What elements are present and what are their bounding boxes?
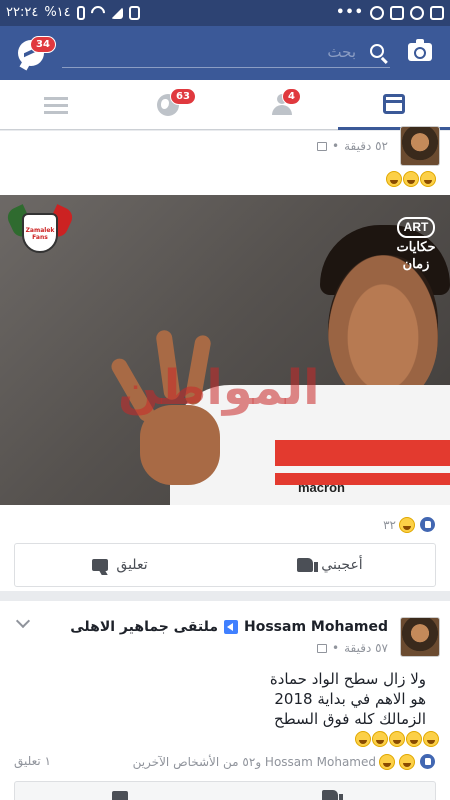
post-card: Hossam Mohamed ملتقى جماهير الاهلى ٥٧ دق… [0,601,450,800]
signal-icon [110,6,123,19]
like-reaction-icon [419,516,436,533]
messenger-badge: 34 [30,36,56,53]
search-placeholder: بحث [327,43,356,61]
post-meta: ٥٧ دقيقة • [317,641,388,655]
search-icon[interactable] [370,44,384,58]
comment-button[interactable]: تعليق [15,544,225,586]
laughing-emoji-icon [389,731,405,747]
alarm-icon [128,5,140,20]
haha-reaction-icon [399,753,415,770]
comment-icon [92,559,109,571]
shirt-brand: macron [298,480,345,495]
avatar[interactable] [400,126,440,166]
like-button[interactable] [225,782,435,800]
whatsapp-icon [410,5,424,20]
avatar[interactable] [400,617,440,657]
photo-icon [430,5,444,20]
laughing-emoji-icon [423,731,439,747]
top-bar: 34 بحث [0,26,450,80]
status-right: ••• [336,5,444,20]
post-header: Hossam Mohamed ملتقى جماهير الاهلى [70,619,388,635]
instagram-icon [390,5,404,20]
text-emojis [355,731,440,747]
chevron-down-icon[interactable] [15,613,31,629]
more-dots-icon: ••• [336,5,364,20]
clock: ٢٢:٢٤ [6,5,39,20]
shirt-stripe [275,440,450,466]
author-name[interactable]: Hossam Mohamed [244,619,388,635]
shared-to-arrow-icon [224,620,239,634]
like-button[interactable]: أعجبني [225,544,435,586]
feed-icon [383,94,405,114]
post-text-line: ولا زال سطح الواد حمادة [269,670,426,688]
tab-notifications[interactable]: 63 [112,80,224,130]
post-meta: ٥٢ دقيقة • [317,139,388,153]
post-text: ولا زال سطح الواد حمادة هو الاهم في بداي… [270,669,426,729]
battery-icon [76,5,85,20]
group-name[interactable]: ملتقى جماهير الاهلى [70,619,218,635]
tab-friend-requests[interactable]: 4 [225,80,337,130]
laughing-emoji-icon [420,171,436,187]
reaction-summary[interactable]: Hossam Mohamed و٥٢ من الأشخاص الآخرين [133,753,436,770]
post-card: ٥٢ دقيقة • Zamalek Fans macron المواطن A… [0,126,450,591]
friend-requests-badge: 4 [282,88,301,105]
privacy-icon [317,141,327,151]
separator: • [332,139,340,153]
laughing-emoji-icon [403,171,419,187]
post-text-line: هو الاهم في بداية 2018 [274,690,426,708]
post-photo[interactable]: Zamalek Fans macron المواطن ART حكايات ز… [0,195,450,505]
post-text-line: الزمالك كله فوق السطح [274,710,426,728]
status-bar: ٢٢:٢٤ %١٤ ••• [0,0,450,26]
comment-button[interactable] [15,782,225,800]
laughing-emoji-icon [386,171,402,187]
whatsapp-icon [370,5,384,20]
post-time[interactable]: ٥٧ دقيقة [344,641,388,655]
reaction-summary[interactable]: ٣٢ [383,516,436,533]
battery-percent: %١٤ [44,5,71,20]
club-logo: Zamalek Fans [4,204,76,267]
comments-count[interactable]: ١ تعليق [14,754,51,768]
like-label: أعجبني [321,557,363,573]
laughing-emoji-icon [355,731,371,747]
separator: • [332,641,340,655]
tab-news-feed[interactable] [338,80,450,130]
tv-channel-logo: ART حكايات زمان [382,217,450,272]
hamburger-icon [44,97,68,100]
sad-reaction-icon [379,753,395,770]
caption-emojis [386,171,437,187]
post-actions: تعليق أعجبني [14,543,436,587]
post-time[interactable]: ٥٢ دقيقة [344,139,388,153]
camera-icon[interactable] [408,39,432,61]
thumbs-up-icon [322,789,343,800]
person-hand [140,405,220,485]
wifi-icon [87,2,108,23]
thumbs-up-icon [297,558,319,572]
post-actions [14,781,436,800]
privacy-icon [317,643,327,653]
tab-menu[interactable] [0,80,112,130]
laughing-emoji-icon [406,731,422,747]
comment-icon [112,790,128,800]
laughing-emoji-icon [372,731,388,747]
haha-reaction-icon [399,516,415,533]
comment-label: تعليق [116,557,148,573]
like-reaction-icon [419,753,436,770]
person-face [328,255,438,405]
status-left: ٢٢:٢٤ %١٤ [6,2,140,23]
notifications-badge: 63 [170,88,196,105]
reactions-text: Hossam Mohamed و٥٢ من الأشخاص الآخرين [132,754,376,769]
search-input[interactable]: بحث [62,38,390,68]
watermark: المواطن [118,360,320,416]
tab-bar: 63 4 [0,80,450,130]
reaction-count: ٣٢ [383,517,396,532]
